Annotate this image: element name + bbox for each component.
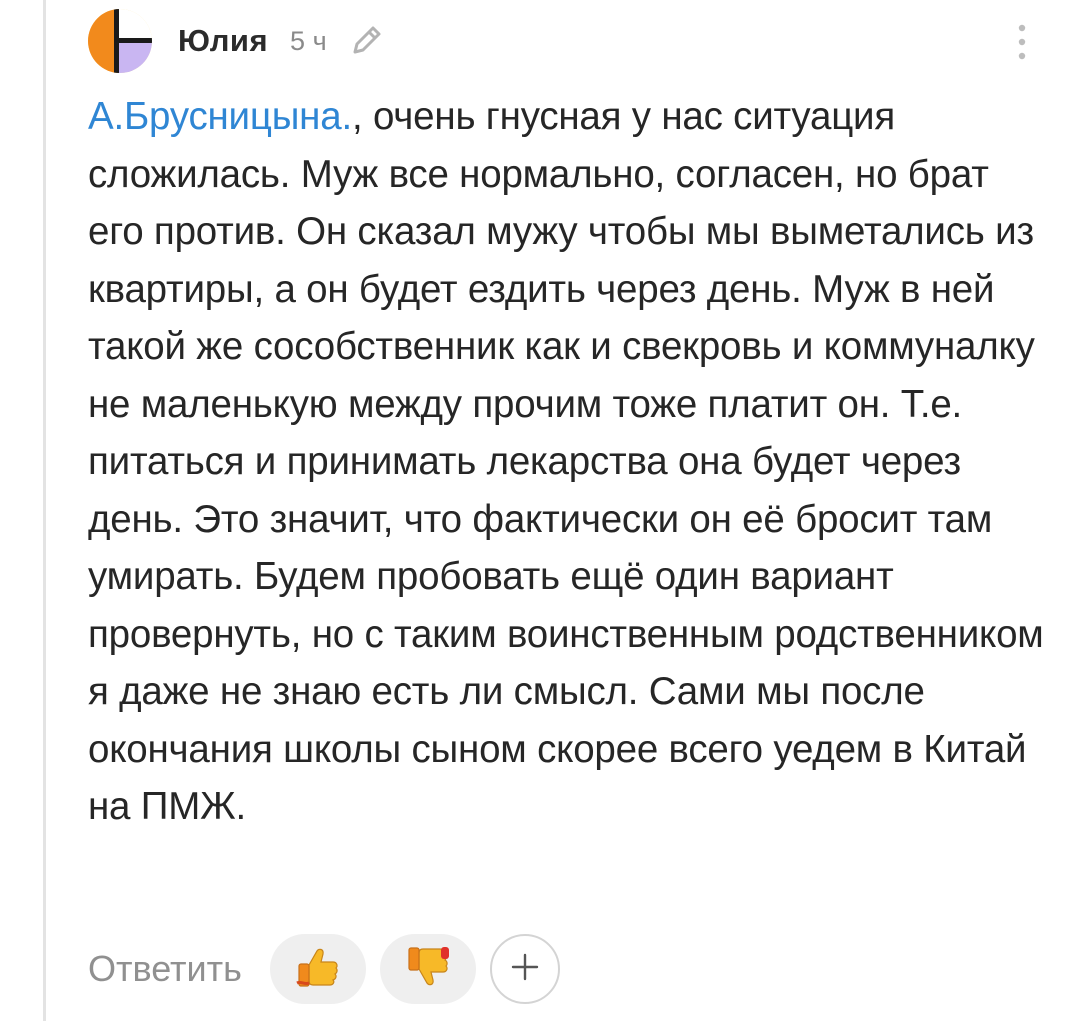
reply-button[interactable]: Ответить bbox=[88, 948, 242, 990]
avatar-image bbox=[88, 9, 152, 73]
thread-line bbox=[43, 0, 46, 1021]
comment-body: А.Брусницына., очень гнусная у нас ситуа… bbox=[88, 88, 1048, 836]
mention-link[interactable]: А.Брусницына. bbox=[88, 95, 352, 138]
comment: Юлия 5 ч А.Брусницына., очень гнусная у … bbox=[88, 8, 1048, 1004]
plus-icon bbox=[508, 950, 542, 989]
comment-actions: Ответить bbox=[88, 929, 560, 1009]
author-name[interactable]: Юлия bbox=[178, 23, 268, 59]
comment-time: 5 ч bbox=[290, 25, 327, 56]
thumbs-up-emoji-icon bbox=[295, 945, 341, 994]
add-reaction-button[interactable] bbox=[489, 934, 560, 1004]
more-vertical-icon[interactable] bbox=[1016, 22, 1028, 62]
avatar[interactable] bbox=[88, 9, 152, 73]
like-button[interactable] bbox=[269, 934, 366, 1004]
dislike-button[interactable] bbox=[379, 934, 476, 1004]
comment-header: Юлия 5 ч bbox=[88, 8, 1048, 74]
comment-text: , очень гнусная у нас ситуация сложилась… bbox=[88, 95, 1044, 828]
thumbs-down-emoji-icon bbox=[405, 945, 451, 994]
pencil-icon bbox=[347, 22, 385, 60]
